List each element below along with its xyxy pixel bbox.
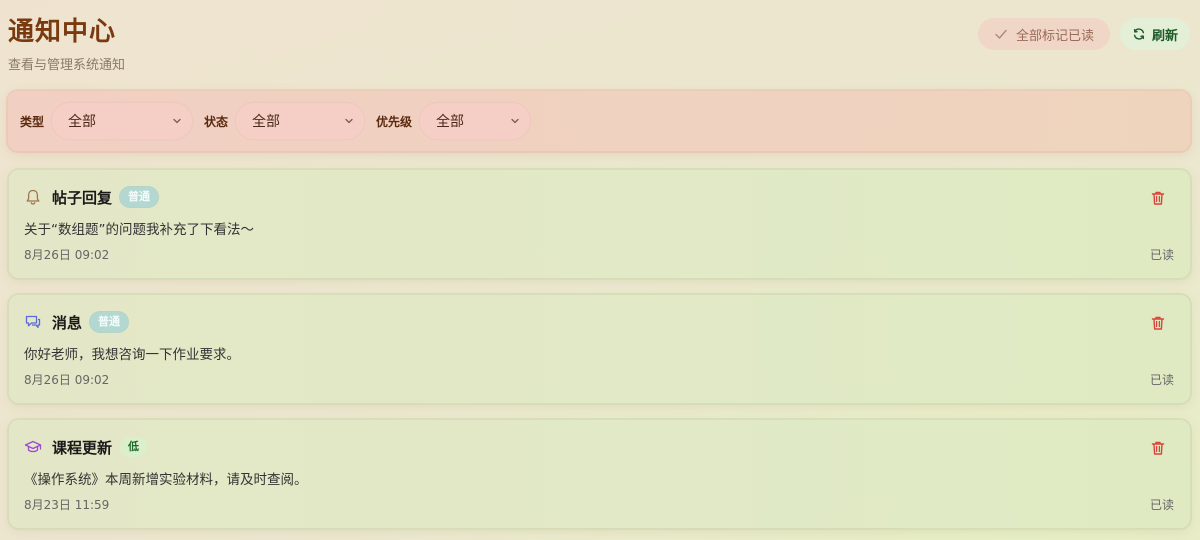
notification-card[interactable]: 消息 普通 你好老师，我想咨询一下作业要求。 8月26日 09:02 已读 — [9, 295, 1190, 403]
page-header: 通知中心 查看与管理系统通知 — [8, 14, 125, 73]
page-subtitle: 查看与管理系统通知 — [8, 58, 126, 73]
notification-body: 关于“数组题”的问题我补充了下看法～ — [24, 222, 254, 238]
notification-title: 消息 — [52, 313, 83, 332]
chevron-down-icon — [345, 118, 353, 124]
priority-badge: 低 — [120, 437, 148, 457]
trash-icon[interactable] — [1150, 440, 1166, 456]
priority-badge: 普通 — [90, 312, 129, 332]
notification-card[interactable]: 帖子回复 普通 关于“数组题”的问题我补充了下看法～ 8月26日 09:02 已… — [9, 170, 1190, 278]
filter-status-label: 状态 — [204, 114, 229, 129]
page-title: 通知中心 — [8, 17, 117, 47]
notification-status: 已读 — [1149, 498, 1174, 512]
mark-all-read-label: 全部标记已读 — [1015, 28, 1094, 44]
notification-title: 课程更新 — [52, 438, 113, 457]
filter-priority-select[interactable]: 全部 — [420, 103, 531, 139]
chevron-down-icon — [511, 118, 519, 124]
filter-type-select[interactable]: 全部 — [52, 103, 193, 139]
trash-icon[interactable] — [1150, 190, 1166, 206]
filter-status-select[interactable]: 全部 — [236, 103, 365, 139]
notification-status: 已读 — [1149, 373, 1174, 387]
notification-time: 8月26日 09:02 — [24, 248, 110, 262]
filter-bar: 类型 全部 状态 全部 优先级 全部 — [8, 91, 1190, 151]
check-icon — [995, 29, 1007, 39]
refresh-icon — [1133, 28, 1145, 40]
header-actions: 全部标记已读 刷新 — [977, 18, 1190, 50]
chevron-down-icon — [173, 118, 181, 124]
priority-badge: 普通 — [120, 187, 159, 207]
refresh-label: 刷新 — [1151, 28, 1178, 44]
notification-card[interactable]: 课程更新 低 《操作系统》本周新增实验材料，请及时查阅。 8月23日 11:59… — [9, 420, 1190, 528]
graduation-cap-icon — [24, 440, 42, 453]
notification-title: 帖子回复 — [52, 188, 113, 207]
bell-icon — [26, 189, 40, 205]
filter-type-value: 全部 — [68, 114, 97, 130]
mark-all-read-button[interactable]: 全部标记已读 — [977, 18, 1110, 50]
notification-time: 8月23日 11:59 — [24, 498, 110, 512]
filter-type-label: 类型 — [20, 114, 45, 129]
trash-icon[interactable] — [1150, 315, 1166, 331]
filter-priority-value: 全部 — [436, 114, 465, 130]
notification-body: 你好老师，我想咨询一下作业要求。 — [24, 347, 240, 363]
notification-body: 《操作系统》本周新增实验材料，请及时查阅。 — [24, 472, 308, 488]
filter-priority-label: 优先级 — [376, 114, 413, 129]
chat-icon — [25, 315, 41, 329]
notification-status: 已读 — [1149, 248, 1174, 262]
refresh-button[interactable]: 刷新 — [1119, 18, 1190, 50]
filter-status-value: 全部 — [252, 114, 281, 130]
notification-time: 8月26日 09:02 — [24, 373, 110, 387]
